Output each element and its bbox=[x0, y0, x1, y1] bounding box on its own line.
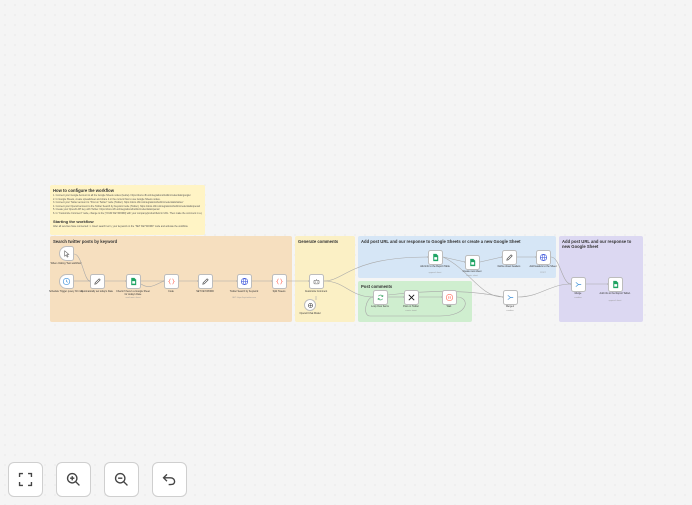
note-title: How to configure the workflow bbox=[53, 188, 114, 193]
undo-icon bbox=[162, 473, 176, 486]
node-subtitle: create: tweet bbox=[405, 310, 417, 312]
configuration-sticky-note[interactable]: How to configure the workflow 1. Connect… bbox=[50, 185, 205, 235]
node-label: Post on Twitter bbox=[403, 305, 419, 308]
node-subtitle: create: sheet bbox=[466, 275, 478, 277]
node-subtitle: GET: https://api.twitter.com bbox=[232, 297, 256, 299]
add-info-report1-node[interactable] bbox=[608, 277, 623, 292]
clock-icon bbox=[62, 277, 71, 286]
loop-icon bbox=[377, 294, 384, 301]
node-label: Wait bbox=[446, 305, 452, 308]
pencil-icon bbox=[202, 278, 209, 285]
node-label: Automatically set today's Date bbox=[81, 290, 113, 293]
node-label: Define sheet headers bbox=[497, 265, 521, 268]
manual-trigger-node[interactable] bbox=[59, 246, 74, 261]
add-headers-node[interactable] bbox=[536, 250, 551, 265]
merge-icon bbox=[575, 282, 582, 287]
x-twitter-icon bbox=[408, 294, 415, 301]
post-twitter-node[interactable] bbox=[404, 290, 419, 305]
google-sheets-icon bbox=[470, 258, 476, 267]
loop-items-node[interactable] bbox=[373, 290, 388, 305]
add-info-node[interactable] bbox=[428, 250, 443, 265]
node-label: Code bbox=[168, 290, 174, 293]
create-sheet-node[interactable] bbox=[465, 255, 480, 270]
node-label: Twitter Search by Keyword bbox=[229, 290, 259, 293]
robot-icon bbox=[313, 279, 320, 285]
node-label: SET KEYWORD bbox=[196, 290, 214, 293]
node-label: Split Tweets bbox=[272, 290, 286, 293]
code-braces-icon bbox=[275, 278, 284, 285]
merge-icon bbox=[507, 295, 514, 300]
section-title: Post comments bbox=[361, 284, 393, 289]
node-label: Merge1 bbox=[505, 305, 515, 308]
pencil-icon bbox=[506, 254, 513, 261]
node-label: Check if there's a Google Sheet for toda… bbox=[116, 290, 150, 296]
code-braces-icon bbox=[167, 278, 176, 285]
section-title: Generate comments bbox=[298, 239, 339, 244]
zoom-out-button[interactable] bbox=[104, 462, 139, 497]
customize-comment-node[interactable] bbox=[309, 274, 324, 289]
section-title: Search twitter posts by keyword bbox=[53, 239, 118, 244]
wait-node[interactable] bbox=[442, 290, 457, 305]
node-label: Add info to the Report Table bbox=[420, 265, 450, 268]
node-label: Create new sheet bbox=[462, 270, 482, 273]
schedule-trigger-node[interactable] bbox=[59, 274, 74, 289]
fit-view-button[interactable] bbox=[8, 462, 43, 497]
node-label: Merge bbox=[574, 292, 582, 295]
zoom-in-button[interactable] bbox=[56, 462, 91, 497]
set-keyword-node[interactable] bbox=[198, 274, 213, 289]
node-label: Add info to the Report Table1 bbox=[599, 292, 631, 295]
node-subtitle: combine bbox=[574, 297, 582, 299]
set-date-node[interactable] bbox=[90, 274, 105, 289]
zoom-out-icon bbox=[114, 472, 128, 486]
define-headers-node[interactable] bbox=[502, 250, 517, 265]
node-label: When clicking 'Test workflow' bbox=[50, 262, 82, 265]
zoom-in-icon bbox=[66, 472, 80, 486]
node-subtitle: read rows: sheet bbox=[125, 297, 141, 299]
note-line: 6. In "Customize Comment" node, change t… bbox=[53, 211, 202, 215]
openai-model-node[interactable] bbox=[304, 299, 316, 311]
google-sheets-icon bbox=[433, 253, 439, 262]
merge1-node[interactable] bbox=[503, 290, 518, 305]
note-line: After all services have connected: 1. In… bbox=[53, 224, 189, 228]
check-sheet-node[interactable] bbox=[126, 274, 141, 289]
pencil-icon bbox=[94, 278, 101, 285]
pointer-icon bbox=[64, 250, 70, 258]
node-label: Customize Comment bbox=[304, 290, 328, 293]
undo-button[interactable] bbox=[152, 462, 187, 497]
section-title: Add post URL and our response to Google … bbox=[361, 239, 521, 244]
twitter-search-node[interactable] bbox=[237, 274, 252, 289]
google-sheets-icon bbox=[131, 277, 137, 286]
fit-view-icon bbox=[18, 472, 33, 487]
node-subtitle: append: sheet bbox=[428, 272, 442, 274]
split-tweets-node[interactable] bbox=[272, 274, 287, 289]
node-label: OpenAI Chat Model bbox=[299, 312, 321, 315]
node-subtitle: append: sheet bbox=[608, 300, 622, 302]
openai-icon bbox=[307, 302, 313, 308]
google-sheets-icon bbox=[613, 280, 619, 289]
code-node[interactable] bbox=[164, 274, 179, 289]
pause-icon bbox=[445, 293, 454, 302]
node-subtitle: POST bbox=[540, 272, 546, 274]
section-title: Add post URL and our response to new Goo… bbox=[562, 239, 632, 249]
merge-node[interactable] bbox=[571, 277, 586, 292]
note-start-title: Starting the workflow bbox=[53, 218, 94, 224]
globe-icon bbox=[240, 277, 249, 286]
node-label: Add headers to the Sheet bbox=[529, 265, 557, 268]
globe-icon bbox=[539, 253, 548, 262]
section-generate-comments[interactable]: Generate comments bbox=[295, 236, 355, 322]
node-subtitle: combine bbox=[506, 310, 514, 312]
